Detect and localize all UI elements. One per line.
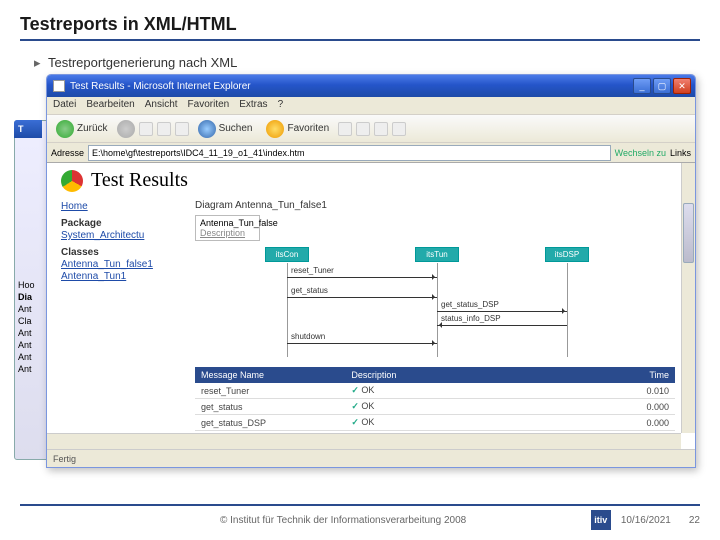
nav-package-link[interactable]: System_Architectu bbox=[61, 230, 177, 241]
slide-footer: © Institut für Technik der Informationsv… bbox=[20, 504, 700, 530]
bg-label: Ant bbox=[18, 352, 35, 362]
nav-classes-heading: Classes bbox=[61, 247, 177, 258]
col-time: Time bbox=[609, 367, 675, 383]
stop-icon[interactable] bbox=[139, 122, 153, 136]
bg-label: Ant bbox=[18, 304, 35, 314]
nav-class-link[interactable]: Antenna_Tun1 bbox=[61, 271, 177, 282]
close-button[interactable]: ✕ bbox=[673, 78, 691, 94]
status-text: Fertig bbox=[53, 454, 76, 464]
diagram-label: Diagram Antenna_Tun_false1 bbox=[195, 200, 675, 211]
scrollbar-thumb[interactable] bbox=[683, 203, 694, 263]
browser-content: Test Results Home Package System_Archite… bbox=[47, 163, 695, 449]
nav-sidebar: Home Package System_Architectu Classes A… bbox=[61, 200, 177, 449]
window-title-text: Test Results - Microsoft Internet Explor… bbox=[70, 81, 251, 92]
bg-label: Hoo bbox=[18, 280, 35, 290]
seq-arrow: reset_Tuner bbox=[287, 277, 437, 278]
check-icon: ✓ bbox=[351, 401, 359, 411]
col-desc: Description bbox=[345, 367, 609, 383]
status-bar: Fertig bbox=[47, 449, 695, 467]
bg-label: Ant bbox=[18, 340, 35, 350]
toolbar: Zurück Suchen Favoriten bbox=[47, 115, 695, 143]
lifeline: itsTun bbox=[415, 247, 459, 262]
nav-package-heading: Package bbox=[61, 218, 177, 229]
lifeline: itsDSP bbox=[545, 247, 589, 262]
col-message: Message Name bbox=[195, 367, 345, 383]
diagram-sub-box: Antenna_Tun_false Description bbox=[195, 215, 260, 241]
address-input[interactable] bbox=[88, 145, 611, 161]
menu-bar: Datei Bearbeiten Ansicht Favoriten Extra… bbox=[47, 97, 695, 115]
footer-logo: itiv bbox=[591, 510, 611, 530]
check-icon: ✓ bbox=[351, 417, 359, 427]
title-rule bbox=[20, 39, 700, 41]
menu-file[interactable]: Datei bbox=[53, 99, 76, 112]
menu-edit[interactable]: Bearbeiten bbox=[86, 99, 134, 112]
star-icon bbox=[266, 120, 284, 138]
forward-icon[interactable] bbox=[117, 120, 135, 138]
back-icon bbox=[56, 120, 74, 138]
bg-label: Dia bbox=[18, 292, 35, 302]
minimize-button[interactable]: _ bbox=[633, 78, 651, 94]
menu-favorites[interactable]: Favoriten bbox=[188, 99, 230, 112]
media-icon[interactable] bbox=[338, 122, 352, 136]
bullet-text: Testreportgenerierung nach XML bbox=[20, 55, 700, 70]
seq-arrow: get_status bbox=[287, 297, 437, 298]
background-title-text: T bbox=[18, 124, 24, 134]
copyright-text: © Institut für Technik der Informationsv… bbox=[220, 515, 466, 526]
address-bar: Adresse Wechseln zu Links bbox=[47, 143, 695, 163]
menu-help[interactable]: ? bbox=[278, 99, 284, 112]
back-button[interactable]: Zurück bbox=[51, 118, 113, 140]
browser-window: Test Results - Microsoft Internet Explor… bbox=[46, 74, 696, 468]
table-row: get_status_DSP✓ OK0.000 bbox=[195, 415, 675, 431]
history-icon[interactable] bbox=[356, 122, 370, 136]
page-number: 22 bbox=[689, 515, 700, 526]
nav-home-link[interactable]: Home bbox=[61, 201, 177, 212]
go-button[interactable]: Wechseln zu bbox=[615, 148, 666, 158]
slide-title: Testreports in XML/HTML bbox=[20, 14, 700, 35]
bg-label: Cla bbox=[18, 316, 35, 326]
menu-extras[interactable]: Extras bbox=[239, 99, 267, 112]
favorites-button[interactable]: Favoriten bbox=[261, 118, 334, 140]
diagram-pane: Diagram Antenna_Tun_false1 Antenna_Tun_f… bbox=[195, 200, 675, 449]
seq-arrow: status_info_DSP bbox=[437, 325, 567, 326]
table-row: get_status✓ OK0.000 bbox=[195, 399, 675, 415]
sequence-diagram: itsCon itsTun itsDSP reset_Tuner get_sta… bbox=[195, 247, 675, 359]
nav-class-link[interactable]: Antenna_Tun_false1 bbox=[61, 259, 177, 270]
footer-rule bbox=[20, 504, 700, 506]
bg-label: Ant bbox=[18, 328, 35, 338]
page-logo-icon bbox=[61, 170, 83, 192]
menu-view[interactable]: Ansicht bbox=[145, 99, 178, 112]
page-title: Test Results bbox=[91, 169, 188, 192]
home-icon[interactable] bbox=[175, 122, 189, 136]
document-icon bbox=[53, 80, 65, 92]
search-icon bbox=[198, 120, 216, 138]
horizontal-scrollbar[interactable] bbox=[47, 433, 681, 449]
table-row: reset_Tuner✓ OK0.010 bbox=[195, 383, 675, 399]
vertical-scrollbar[interactable] bbox=[681, 163, 695, 433]
maximize-button[interactable]: ▢ bbox=[653, 78, 671, 94]
bg-label: Ant bbox=[18, 364, 35, 374]
seq-arrow: shutdown bbox=[287, 343, 437, 344]
lifeline: itsCon bbox=[265, 247, 309, 262]
footer-date: 10/16/2021 bbox=[621, 515, 671, 526]
search-button[interactable]: Suchen bbox=[193, 118, 258, 140]
links-label[interactable]: Links bbox=[670, 148, 691, 158]
refresh-icon[interactable] bbox=[157, 122, 171, 136]
mail-icon[interactable] bbox=[374, 122, 388, 136]
check-icon: ✓ bbox=[351, 385, 359, 395]
seq-arrow: get_status_DSP bbox=[437, 311, 567, 312]
background-sidebar: Hoo Dia Ant Cla Ant Ant Ant Ant bbox=[18, 280, 35, 376]
print-icon[interactable] bbox=[392, 122, 406, 136]
browser-titlebar[interactable]: Test Results - Microsoft Internet Explor… bbox=[47, 75, 695, 97]
address-label: Adresse bbox=[51, 148, 84, 158]
